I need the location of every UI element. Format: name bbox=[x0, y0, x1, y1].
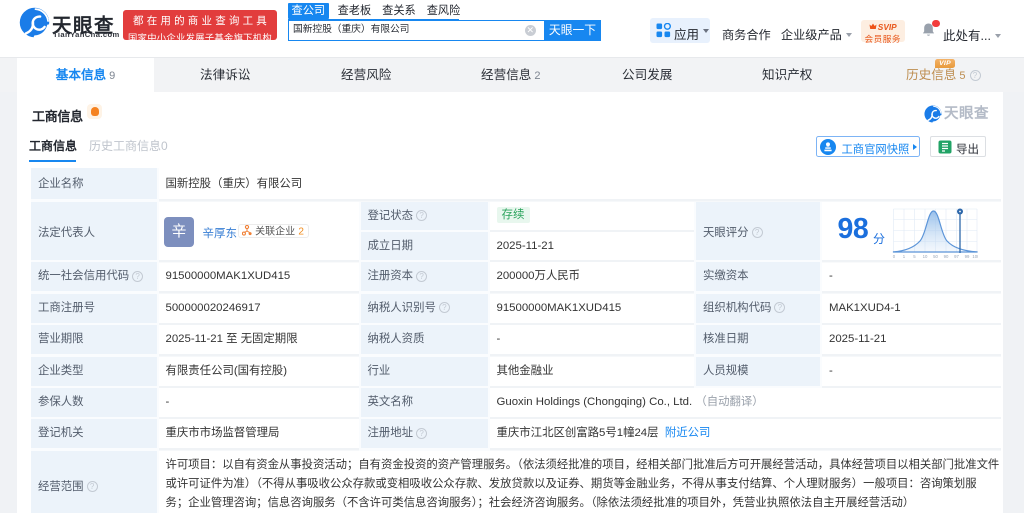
svg-text:50: 50 bbox=[933, 254, 938, 259]
svg-text:90: 90 bbox=[944, 254, 949, 259]
svg-text:0: 0 bbox=[893, 254, 896, 259]
svg-text:5: 5 bbox=[913, 254, 916, 259]
svg-text:99: 99 bbox=[965, 254, 970, 259]
svg-text:100: 100 bbox=[972, 254, 978, 259]
svg-text:1: 1 bbox=[903, 254, 906, 259]
svg-text:10: 10 bbox=[923, 254, 928, 259]
svg-text:97: 97 bbox=[954, 254, 959, 259]
